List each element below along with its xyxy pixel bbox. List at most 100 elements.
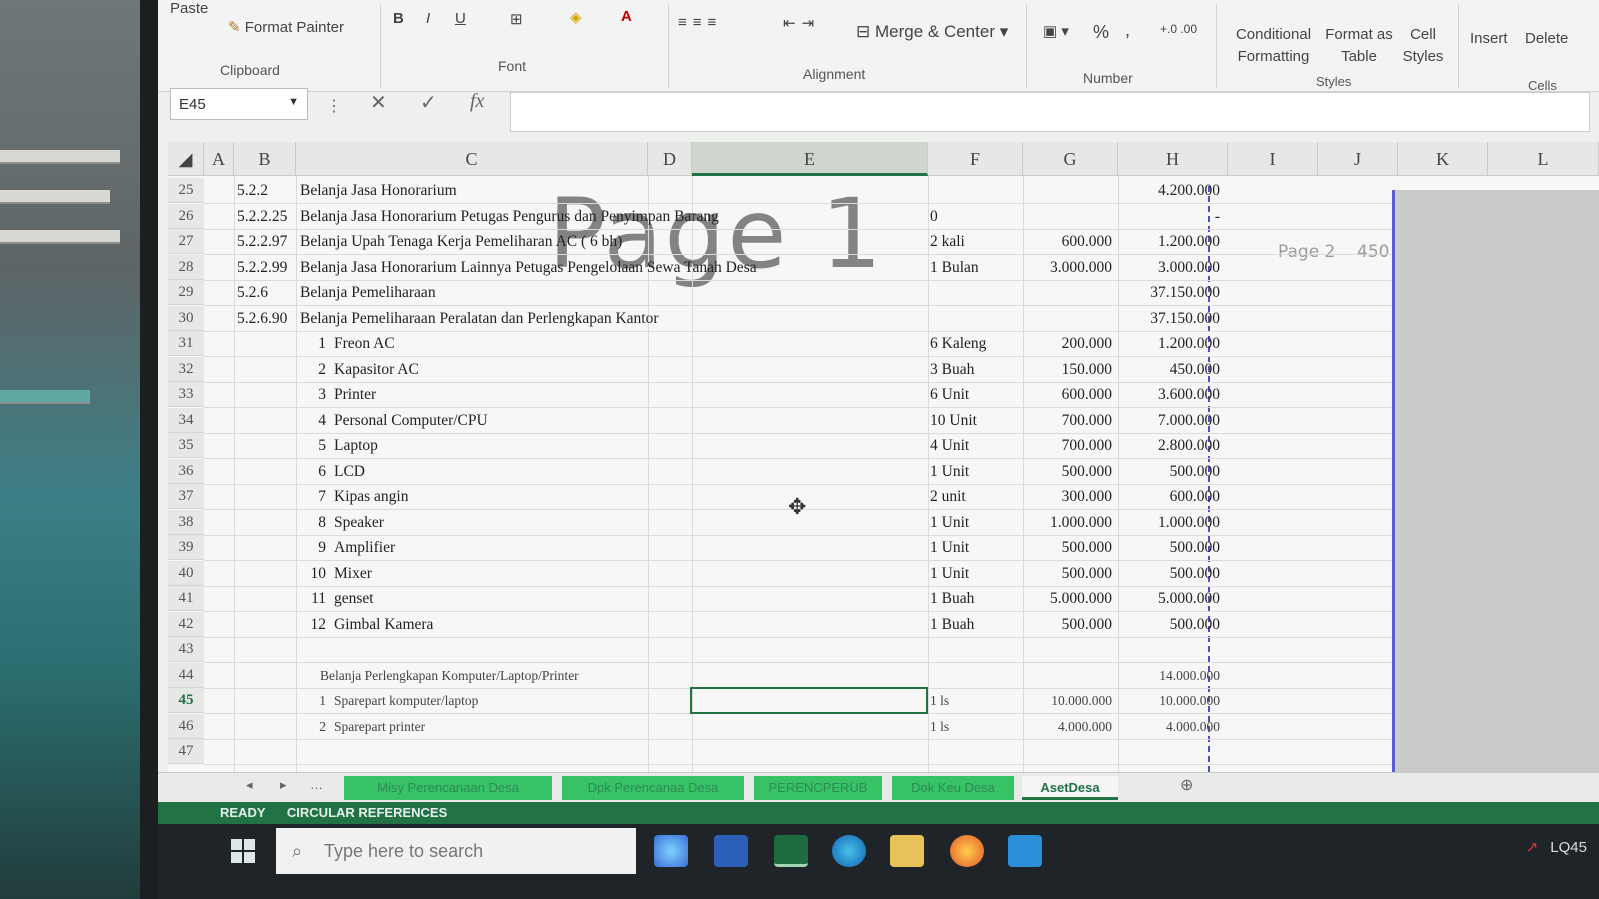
excel-icon[interactable]: [774, 835, 808, 867]
windows-start-icon[interactable]: [230, 838, 256, 864]
row-header[interactable]: 40: [168, 560, 204, 586]
row-header[interactable]: 39: [168, 535, 204, 560]
cell-description[interactable]: LCD: [334, 459, 365, 484]
cell-volume[interactable]: 1 Unit: [930, 535, 969, 560]
align-icons[interactable]: ≡≡≡: [678, 14, 722, 31]
accounting-format-icon[interactable]: ▣ ▾: [1043, 22, 1069, 40]
cell-amount[interactable]: 37.150.000: [1118, 280, 1220, 305]
cell-amount[interactable]: 1.000.000: [1118, 510, 1220, 535]
cell-item-number[interactable]: 2: [300, 357, 326, 382]
row-header[interactable]: 45: [168, 688, 204, 713]
mail-icon[interactable]: [1008, 835, 1042, 867]
cell-description[interactable]: Kapasitor AC: [334, 357, 419, 382]
cell-volume[interactable]: 1 Bulan: [930, 255, 979, 280]
cell-item-number[interactable]: 4: [300, 408, 326, 433]
selected-cell-e45[interactable]: [690, 687, 928, 714]
row-header[interactable]: 41: [168, 586, 204, 611]
cell-volume[interactable]: 1 ls: [930, 688, 949, 713]
file-explorer-icon[interactable]: [890, 835, 924, 867]
spreadsheet-grid[interactable]: ◢ Page 1 Page 2 450 A B C D E F G H I J K L 25 5.2.2 B…: [168, 142, 1599, 772]
cell-volume[interactable]: 4 Unit: [930, 433, 969, 458]
cell-item-number[interactable]: 12: [300, 612, 327, 637]
row-header[interactable]: 31: [168, 331, 204, 356]
cell-description[interactable]: Belanja Jasa Honorarium: [300, 178, 457, 203]
cell-amount[interactable]: 1.200.000: [1118, 331, 1220, 356]
cell-item-number[interactable]: 11: [300, 586, 326, 611]
column-header-d[interactable]: D: [648, 142, 692, 176]
sheet-tab-4[interactable]: AsetDesa: [1022, 776, 1118, 800]
cell-unit-price[interactable]: 500.000: [1023, 612, 1112, 637]
row-header[interactable]: 35: [168, 433, 204, 458]
row-header[interactable]: 25: [168, 178, 204, 203]
row-header[interactable]: 28: [168, 254, 204, 280]
cell-volume[interactable]: 1 Unit: [930, 510, 969, 535]
cell-item-number[interactable]: 1: [300, 688, 326, 713]
cell-unit-price[interactable]: 500.000: [1023, 535, 1112, 560]
cell-unit-price[interactable]: 700.000: [1023, 433, 1112, 458]
cell-description[interactable]: Belanja Perlengkapan Komputer/Laptop/Pri…: [320, 663, 579, 688]
cell-description[interactable]: Sparepart komputer/laptop: [334, 688, 478, 713]
cell-description[interactable]: Laptop: [334, 433, 378, 458]
system-tray[interactable]: ↗ LQ45: [1526, 838, 1587, 856]
column-header-b[interactable]: B: [234, 142, 296, 176]
row-header[interactable]: 43: [168, 637, 204, 662]
cell-volume[interactable]: 1 Buah: [930, 612, 974, 637]
column-header-a[interactable]: A: [204, 142, 234, 176]
cell-description[interactable]: Belanja Jasa Honorarium Lainnya Petugas …: [300, 255, 757, 280]
cell-volume[interactable]: 10 Unit: [930, 408, 977, 433]
sheet-tab-2[interactable]: PERENCPERUB: [754, 776, 882, 800]
cell-volume[interactable]: 2 kali: [930, 229, 965, 254]
insert-function-icon[interactable]: fx: [470, 90, 484, 113]
cell-unit-price[interactable]: 600.000: [1023, 382, 1112, 407]
edge-icon[interactable]: [832, 835, 866, 867]
cell-amount[interactable]: 500.000: [1118, 535, 1220, 560]
row-header[interactable]: 47: [168, 739, 204, 764]
cell-amount[interactable]: 5.000.000: [1118, 586, 1220, 611]
cell-item-number[interactable]: 1: [300, 331, 326, 356]
row-header[interactable]: 36: [168, 458, 204, 484]
cell-unit-price[interactable]: 150.000: [1023, 357, 1112, 382]
sheet-tab-1[interactable]: Dpk Perencanaa Desa: [562, 776, 744, 800]
cell-amount[interactable]: 2.800.000: [1118, 433, 1220, 458]
paste-button[interactable]: Paste: [170, 0, 208, 17]
conditional-formatting-button[interactable]: Conditional Formatting: [1226, 24, 1321, 68]
cell-styles-button[interactable]: Cell Styles: [1396, 24, 1450, 68]
cell-amount[interactable]: 10.000.000: [1118, 688, 1220, 713]
row-header[interactable]: 29: [168, 280, 204, 305]
cell-unit-price[interactable]: 10.000.000: [1023, 688, 1112, 713]
cell-amount[interactable]: 500.000: [1118, 612, 1220, 637]
percent-button[interactable]: %: [1093, 22, 1109, 43]
column-header-j[interactable]: J: [1318, 142, 1398, 176]
cell-volume[interactable]: 1 Unit: [930, 459, 969, 484]
cell-volume[interactable]: 2 unit: [930, 484, 966, 509]
firefox-icon[interactable]: [950, 835, 984, 867]
cell-item-number[interactable]: 6: [300, 459, 326, 484]
taskbar-search-input[interactable]: ⌕ Type here to search: [276, 828, 636, 874]
cell-volume[interactable]: 6 Unit: [930, 382, 969, 407]
cell-amount[interactable]: 3.000.000: [1118, 255, 1220, 280]
indent-icons[interactable]: ⇤⇥: [783, 14, 820, 32]
cell-description[interactable]: Mixer: [334, 561, 372, 586]
tab-scroll-right-icon[interactable]: ▸: [280, 777, 287, 793]
merge-center-button[interactable]: ⊟ Merge & Center ▾: [856, 22, 1008, 42]
new-sheet-icon[interactable]: ⊕: [1180, 775, 1193, 795]
cell-unit-price[interactable]: 200.000: [1023, 331, 1112, 356]
column-header-h[interactable]: H: [1118, 142, 1228, 176]
cell-unit-price[interactable]: 700.000: [1023, 408, 1112, 433]
cell-unit-price[interactable]: 3.000.000: [1023, 255, 1112, 280]
cell-description[interactable]: genset: [334, 586, 374, 611]
cell-unit-price[interactable]: 500.000: [1023, 561, 1112, 586]
insert-button[interactable]: Insert: [1470, 30, 1508, 47]
row-header[interactable]: 30: [168, 305, 204, 331]
row-header[interactable]: 42: [168, 611, 204, 637]
more-tabs-icon[interactable]: …: [310, 777, 323, 792]
delete-button[interactable]: Delete: [1525, 30, 1568, 47]
copilot-icon[interactable]: [654, 835, 688, 867]
decimal-icons[interactable]: +.0 .00: [1160, 22, 1197, 36]
cell-amount[interactable]: 4.200.000: [1118, 178, 1220, 203]
cell-code[interactable]: 5.2.2.25: [237, 204, 287, 229]
cell-amount[interactable]: 37.150.000: [1118, 306, 1220, 331]
cell-volume[interactable]: 3 Buah: [930, 357, 974, 382]
fill-color-icon[interactable]: ◈: [570, 8, 582, 26]
row-header[interactable]: 33: [168, 382, 204, 407]
